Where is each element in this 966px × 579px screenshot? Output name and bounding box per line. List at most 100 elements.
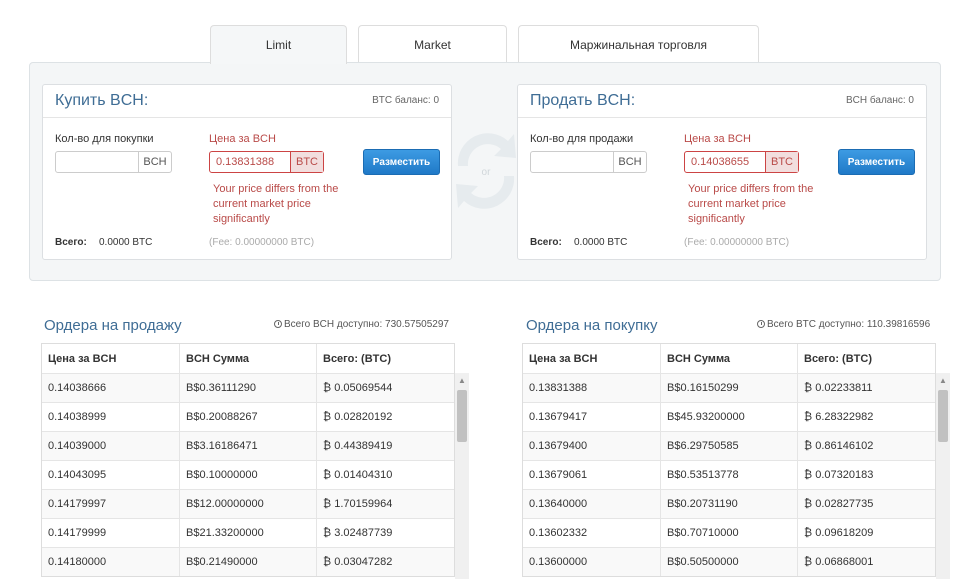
buy-price-input[interactable]: 0.13831388 BTC xyxy=(209,151,324,173)
clock-icon xyxy=(757,320,765,328)
row-amount: B$21.33200000 xyxy=(179,519,316,547)
scroll-thumb[interactable] xyxy=(457,390,467,442)
header-amount[interactable]: BCH Сумма xyxy=(179,344,316,373)
buy-qty-label: Кол-во для покупки xyxy=(55,133,154,145)
scroll-up-icon[interactable]: ▲ xyxy=(936,373,950,387)
buy-title: Купить BCH: xyxy=(55,92,149,109)
header-total[interactable]: Всего: (BTC) xyxy=(797,344,935,373)
row-amount: B$0.36111290 xyxy=(179,374,316,402)
row-price: 0.14043095 xyxy=(48,469,107,481)
buy-orders-title: Ордера на покупку xyxy=(526,317,658,334)
row-amount: B$0.20088267 xyxy=(179,403,316,431)
sell-qty-value[interactable] xyxy=(531,152,613,172)
sell-price-value[interactable]: 0.14038655 xyxy=(685,152,765,172)
row-amount: B$0.70710000 xyxy=(660,519,797,547)
buy-place-order-button[interactable]: Разместить xyxy=(363,149,440,175)
sell-panel: Продать BCH: BCH баланс: 0 Кол-во для пр… xyxy=(517,84,927,260)
row-total: ₿ 0.01404310 xyxy=(316,461,454,489)
row-price: 0.14179997 xyxy=(48,498,107,510)
row-price: 0.13640000 xyxy=(529,498,588,510)
table-row[interactable]: 0.13679417 B$45.93200000 ₿ 6.28322982 xyxy=(523,402,935,431)
tab-market[interactable]: Market xyxy=(358,25,507,63)
row-total: ₿ 0.09618209 xyxy=(797,519,935,547)
sell-orders-scrollbar[interactable]: ▲ xyxy=(455,373,469,579)
buy-price-value[interactable]: 0.13831388 xyxy=(210,152,290,172)
header-total[interactable]: Всего: (BTC) xyxy=(316,344,454,373)
sell-balance: BCH баланс: 0 xyxy=(846,95,914,106)
table-row[interactable]: 0.14038666 B$0.36111290 ₿ 0.05069544 xyxy=(42,373,454,402)
row-total: ₿ 1.70159964 xyxy=(316,490,454,518)
row-price: 0.14039000 xyxy=(48,440,107,452)
row-price: 0.13679417 xyxy=(529,411,588,423)
sell-price-input[interactable]: 0.14038655 BTC xyxy=(684,151,799,173)
header-amount[interactable]: BCH Сумма xyxy=(660,344,797,373)
buy-balance: BTC баланс: 0 xyxy=(372,95,439,106)
sell-total-label: Всего: xyxy=(530,237,562,248)
row-amount: B$12.00000000 xyxy=(179,490,316,518)
swap-or-label: or xyxy=(482,167,492,178)
row-price: 0.13831388 xyxy=(529,382,588,394)
table-row[interactable]: 0.13831388 B$0.16150299 ₿ 0.02233811 xyxy=(523,373,935,402)
table-row[interactable]: 0.14179999 B$21.33200000 ₿ 3.02487739 xyxy=(42,518,454,547)
buy-fee: (Fee: 0.00000000 BTC) xyxy=(209,237,315,248)
row-amount: B$0.21490000 xyxy=(179,548,316,576)
tab-margin-trading[interactable]: Маржинальная торговля xyxy=(518,25,759,63)
table-row[interactable]: 0.13640000 B$0.20731190 ₿ 0.02827735 xyxy=(523,489,935,518)
buy-total-value: 0.0000 BTC xyxy=(99,237,153,248)
scroll-thumb[interactable] xyxy=(938,390,948,442)
buy-price-warning: Your price differs from the current mark… xyxy=(213,183,339,225)
sell-price-label: Цена за BCH xyxy=(684,133,751,145)
row-amount: B$0.16150299 xyxy=(660,374,797,402)
table-row[interactable]: 0.14179997 B$12.00000000 ₿ 1.70159964 xyxy=(42,489,454,518)
row-price: 0.14038666 xyxy=(48,382,107,394)
row-total: ₿ 0.06868001 xyxy=(797,548,935,576)
table-row[interactable]: 0.14039000 B$3.16186471 ₿ 0.44389419 xyxy=(42,431,454,460)
header-price[interactable]: Цена за BCH xyxy=(523,344,660,373)
row-amount: B$0.50500000 xyxy=(660,548,797,576)
row-total: ₿ 0.03047282 xyxy=(316,548,454,576)
row-price: 0.13602332 xyxy=(529,527,588,539)
row-amount: B$45.93200000 xyxy=(660,403,797,431)
table-row[interactable]: 0.13679400 B$6.29750585 ₿ 0.86146102 xyxy=(523,431,935,460)
row-price: 0.14180000 xyxy=(48,556,107,568)
sell-qty-input[interactable]: BCH xyxy=(530,151,647,173)
buy-total-label: Всего: xyxy=(55,237,87,248)
buy-price-unit: BTC xyxy=(290,152,323,172)
tab-limit[interactable]: Limit xyxy=(210,25,347,64)
sell-orders-table: Цена за BCH BCH Сумма Всего: (BTC) 0.140… xyxy=(41,343,455,577)
table-row[interactable]: 0.13679061 B$0.53513778 ₿ 0.07320183 xyxy=(523,460,935,489)
row-amount: B$0.10000000 xyxy=(179,461,316,489)
row-price: 0.14038999 xyxy=(48,411,107,423)
header-price[interactable]: Цена за BCH xyxy=(42,344,179,373)
buy-orders-available: Всего BTC доступно: 110.39816596 xyxy=(757,319,930,330)
buy-orders-scrollbar[interactable]: ▲ xyxy=(936,373,950,579)
sell-orders-title: Ордера на продажу xyxy=(44,317,182,334)
row-total: ₿ 3.02487739 xyxy=(316,519,454,547)
table-row[interactable]: 0.14043095 B$0.10000000 ₿ 0.01404310 xyxy=(42,460,454,489)
row-total: ₿ 0.02233811 xyxy=(797,374,935,402)
row-amount: B$0.53513778 xyxy=(660,461,797,489)
sell-price-warning: Your price differs from the current mark… xyxy=(688,183,814,225)
buy-price-label: Цена за BCH xyxy=(209,133,276,145)
sell-place-order-button[interactable]: Разместить xyxy=(838,149,915,175)
buy-qty-value[interactable] xyxy=(56,152,138,172)
sell-total-value: 0.0000 BTC xyxy=(574,237,628,248)
table-row[interactable]: 0.14038999 B$0.20088267 ₿ 0.02820192 xyxy=(42,402,454,431)
row-total: ₿ 0.05069544 xyxy=(316,374,454,402)
table-header: Цена за BCH BCH Сумма Всего: (BTC) xyxy=(523,344,935,373)
table-row[interactable]: 0.13602332 B$0.70710000 ₿ 0.09618209 xyxy=(523,518,935,547)
sell-qty-unit: BCH xyxy=(613,152,646,172)
sell-fee: (Fee: 0.00000000 BTC) xyxy=(684,237,790,248)
row-price: 0.13679400 xyxy=(529,440,588,452)
table-row[interactable]: 0.13600000 B$0.50500000 ₿ 0.06868001 xyxy=(523,547,935,576)
row-price: 0.13679061 xyxy=(529,469,588,481)
sell-qty-label: Кол-во для продажи xyxy=(530,133,634,145)
row-price: 0.14179999 xyxy=(48,527,107,539)
scroll-up-icon[interactable]: ▲ xyxy=(455,373,469,387)
row-total: ₿ 0.02827735 xyxy=(797,490,935,518)
row-amount: B$0.20731190 xyxy=(660,490,797,518)
buy-qty-input[interactable]: BCH xyxy=(55,151,172,173)
table-row[interactable]: 0.14180000 B$0.21490000 ₿ 0.03047282 xyxy=(42,547,454,576)
row-total: ₿ 0.02820192 xyxy=(316,403,454,431)
row-price: 0.13600000 xyxy=(529,556,588,568)
